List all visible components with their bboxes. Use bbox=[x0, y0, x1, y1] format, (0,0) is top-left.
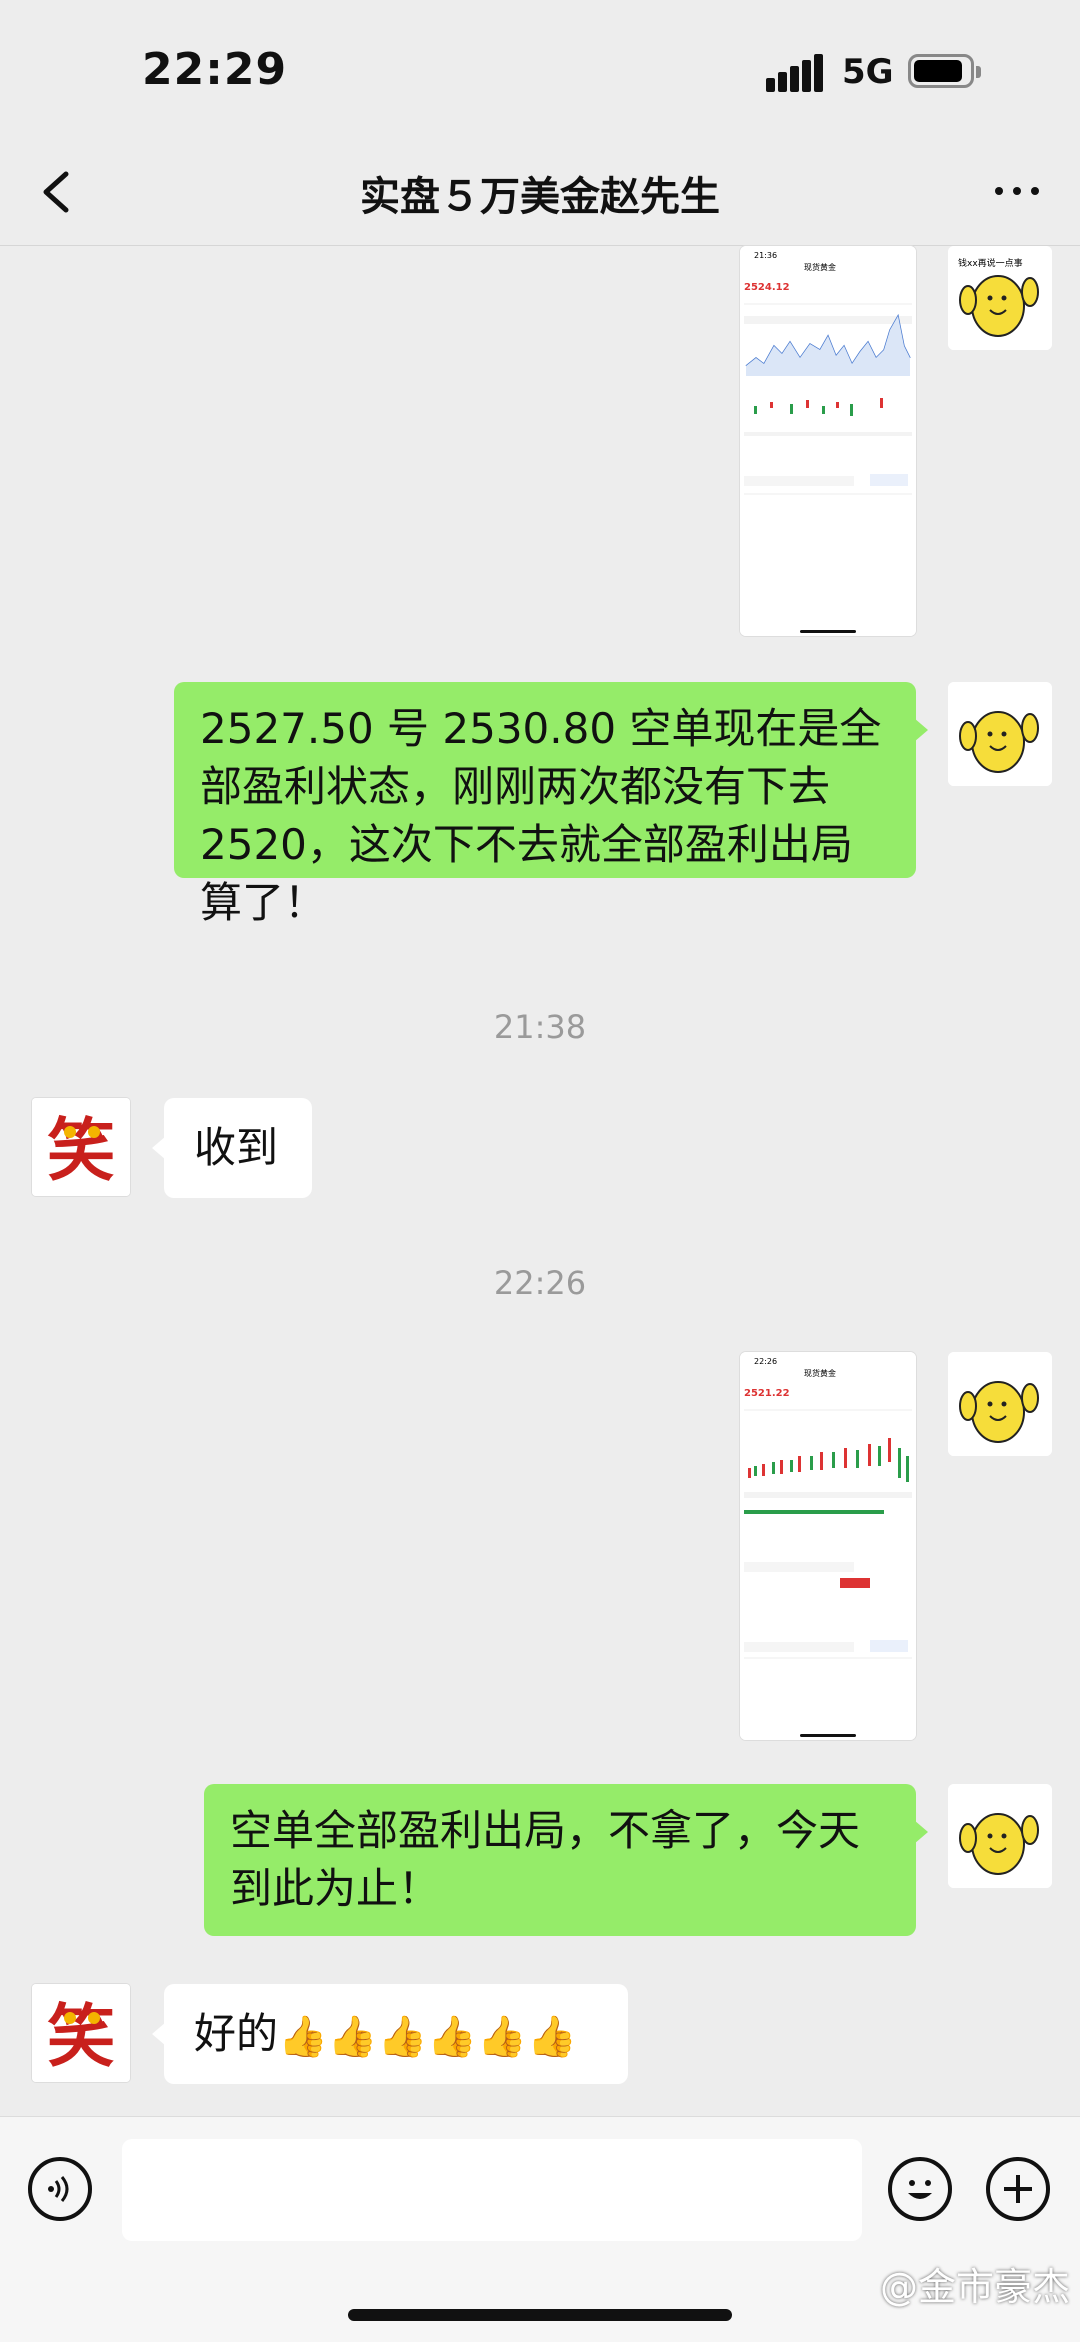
shot1-price: 2524.12 bbox=[744, 282, 790, 293]
emoji-icon[interactable] bbox=[888, 2157, 952, 2221]
watermark: @金市豪杰 bbox=[879, 2265, 1070, 2309]
network-label: 5G bbox=[842, 52, 894, 92]
sticker-caption: 钱xx再说一点事 bbox=[958, 257, 1023, 269]
message-text: 好的 bbox=[194, 2009, 279, 2058]
battery-icon bbox=[908, 54, 981, 88]
avatar-char: 笑 bbox=[47, 1111, 115, 1191]
shot2-time: 22:26 bbox=[754, 1357, 777, 1366]
plus-icon[interactable] bbox=[986, 2157, 1050, 2221]
voice-input-icon[interactable] bbox=[28, 2157, 92, 2221]
message-text: 2527.50 号 2530.80 空单现在是全部盈利状态，刚刚两次都没有下去 … bbox=[200, 704, 882, 927]
user-avatar-sticker[interactable] bbox=[948, 682, 1052, 786]
timestamp: 22:26 bbox=[493, 1264, 587, 1302]
chart-screenshot-image[interactable]: 22:26 现货黄金 2521.22 bbox=[740, 1352, 916, 1740]
status-bar: 22:29 5G bbox=[0, 0, 1080, 140]
user-avatar-sticker[interactable]: 钱xx再说一点事 bbox=[948, 246, 1052, 350]
signal-icon bbox=[766, 52, 834, 92]
shot1-time: 21:36 bbox=[754, 251, 777, 260]
received-message-bubble[interactable]: 好的👍👍👍👍👍👍 bbox=[152, 1984, 628, 2084]
chart-screenshot-image[interactable]: 21:36 现货黄金 2524.12 bbox=[740, 246, 916, 636]
shot2-app-title: 现货黄金 bbox=[804, 1368, 836, 1378]
status-time: 22:29 bbox=[142, 44, 288, 95]
contact-avatar[interactable]: 笑 bbox=[32, 1984, 130, 2082]
shot2-price: 2521.22 bbox=[744, 1388, 790, 1399]
message-text: 收到 bbox=[194, 1123, 279, 1172]
chat-area[interactable]: 21:36 现货黄金 2524.12 钱xx再说一点事 2527.50 号 25… bbox=[0, 246, 1080, 2116]
message-input[interactable] bbox=[122, 2139, 862, 2241]
user-avatar-sticker[interactable] bbox=[948, 1352, 1052, 1456]
message-text: 空单全部盈利出局，不拿了，今天到此为止！ bbox=[230, 1806, 861, 1913]
avatar-char: 笑 bbox=[47, 1997, 115, 2077]
sent-message-bubble[interactable]: 2527.50 号 2530.80 空单现在是全部盈利状态，刚刚两次都没有下去 … bbox=[174, 682, 928, 927]
home-indicator[interactable] bbox=[348, 2309, 732, 2321]
thumbs-up-emoji: 👍👍👍👍👍👍 bbox=[278, 2013, 577, 2060]
sent-message-bubble[interactable]: 空单全部盈利出局，不拿了，今天到此为止！ bbox=[204, 1784, 928, 1936]
more-options-icon[interactable] bbox=[990, 176, 1050, 206]
shot1-app-title: 现货黄金 bbox=[804, 262, 836, 272]
chat-header: 实盘５万美金赵先生 bbox=[0, 140, 1080, 246]
timestamp: 21:38 bbox=[493, 1008, 587, 1046]
chat-title: 实盘５万美金赵先生 bbox=[360, 174, 720, 220]
user-avatar-sticker[interactable] bbox=[948, 1784, 1052, 1888]
contact-avatar[interactable]: 笑 bbox=[32, 1098, 130, 1196]
received-message-bubble[interactable]: 收到 bbox=[152, 1098, 312, 1198]
